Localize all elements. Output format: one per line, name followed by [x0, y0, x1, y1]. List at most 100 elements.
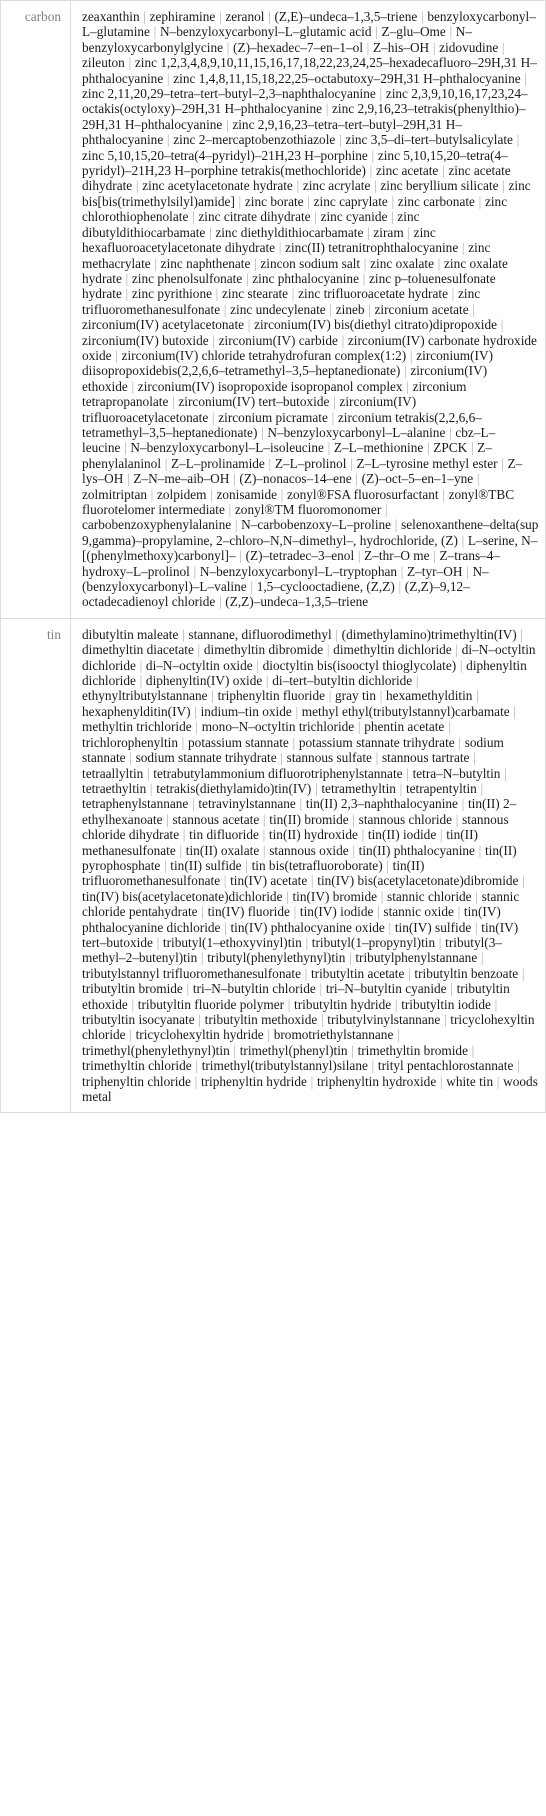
list-item: zinc citrate dihydrate [198, 209, 311, 225]
item-separator: | [470, 750, 479, 766]
item-separator: | [377, 688, 386, 704]
item-separator: | [308, 873, 317, 889]
list-item: ZPCK [433, 440, 468, 456]
item-separator: | [388, 193, 397, 209]
item-separator: | [147, 780, 156, 796]
list-item: trimethyltin bromide [357, 1042, 468, 1058]
item-separator: | [513, 132, 522, 148]
list-item: stannic chloride [387, 888, 472, 904]
item-separator: | [396, 780, 405, 796]
list-item: tetrapentyltin [405, 780, 477, 796]
item-separator: | [437, 1073, 446, 1089]
item-separator: | [296, 796, 305, 812]
item-separator: | [293, 178, 302, 194]
list-item: di–N–octyltin oxide [145, 657, 253, 673]
list-item: Z–L–prolinamide [171, 455, 265, 471]
item-separator: | [230, 1042, 239, 1058]
item-separator: | [359, 270, 368, 286]
item-separator: | [473, 688, 482, 704]
item-separator: | [388, 209, 397, 225]
item-separator: | [445, 719, 454, 735]
item-separator: | [498, 317, 507, 333]
list-item: potassium stannate trihydrate [298, 734, 455, 750]
item-separator: | [468, 440, 477, 456]
item-separator: | [468, 1042, 477, 1058]
item-separator: | [283, 888, 292, 904]
item-separator: | [392, 517, 401, 533]
list-item: zirconium(IV) carbide [218, 332, 338, 348]
table-row: tin dibutyltin maleate | stannane, difluo… [0, 617, 546, 1113]
item-separator: | [136, 657, 145, 673]
item-separator: | [521, 70, 530, 86]
list-item: zirconium(IV) acetylacetonate [82, 317, 245, 333]
item-separator: | [312, 780, 321, 796]
list-item: tin(II) bromide [269, 811, 349, 827]
item-separator: | [413, 673, 422, 689]
item-separator: | [290, 904, 299, 920]
item-separator: | [463, 563, 472, 579]
list-item: triphenyltin chloride [82, 1073, 191, 1089]
item-separator: | [458, 796, 467, 812]
item-separator: | [475, 193, 484, 209]
item-separator: | [347, 455, 356, 471]
list-item: zirconium acetate [374, 301, 469, 317]
list-item: hexaphenylditin(IV) [82, 703, 191, 719]
item-separator: | [478, 950, 487, 966]
chemical-classes-table: carbon zeaxanthin | zephiramine | zeranol… [0, 0, 546, 1114]
item-separator: | [253, 657, 262, 673]
list-item: trimethyl(phenyl)tin [239, 1042, 348, 1058]
list-item: zinc(II) tetranitrophthalocyanine [285, 240, 459, 256]
list-item: tin bis(tetrafluoroborate) [251, 857, 383, 873]
item-separator: | [153, 934, 162, 950]
list-item: zidovudine [439, 39, 499, 55]
item-separator: | [499, 39, 508, 55]
item-separator: | [448, 286, 457, 302]
item-separator: | [392, 996, 401, 1012]
list-item: (Z)–tetradec–3–enol [245, 548, 355, 564]
list-item: tetra–N–butyltin [412, 765, 501, 781]
list-item: zinc naphthenate [160, 255, 251, 271]
list-item: zinc acrylate [302, 178, 371, 194]
item-separator: | [365, 301, 374, 317]
item-separator: | [405, 965, 414, 981]
item-separator: | [404, 224, 413, 240]
item-separator: | [383, 857, 392, 873]
item-separator: | [140, 9, 149, 24]
list-item: Z–L–prolinol [274, 455, 347, 471]
list-item: stannous acetate [172, 811, 260, 827]
list-item: trichlorophenyltin [82, 734, 179, 750]
list-item: zirconium(IV) bis(diethyl citrato)diprop… [254, 317, 498, 333]
item-separator: | [330, 394, 339, 410]
list-item: tributylphenylstannane [355, 950, 478, 966]
item-separator: | [242, 857, 251, 873]
item-separator: | [128, 996, 137, 1012]
item-separator: | [133, 178, 142, 194]
item-separator: | [224, 39, 233, 55]
list-item: Z–L–tyrosine methyl ester [356, 455, 498, 471]
list-item: triphenyltin hydroxide [316, 1073, 437, 1089]
row-label: tin [0, 617, 71, 1113]
item-separator: | [245, 317, 254, 333]
list-item: tin(IV) fluoride [207, 904, 290, 920]
list-item: zolpidem [157, 486, 207, 502]
list-item: sodium stannate trihydrate [135, 750, 277, 766]
list-item: tributylstannyl trifluoromethanesulfonat… [82, 965, 301, 981]
list-item: zinc cyanide [320, 209, 388, 225]
item-separator: | [403, 378, 412, 394]
list-item: bromotriethylstannane [273, 1027, 394, 1043]
list-item: tin(II) iodide [367, 827, 437, 843]
list-item: zonyl®FSA fluorosurfactant [287, 486, 439, 502]
item-separator: | [454, 904, 463, 920]
row-label: carbon [0, 0, 71, 619]
item-separator: | [192, 1058, 201, 1074]
item-separator: | [441, 1012, 450, 1027]
item-separator: | [301, 965, 310, 981]
list-item: tetrabutylammonium difluorotriphenylstan… [153, 765, 403, 781]
list-item: ziram [373, 224, 404, 240]
item-separator: | [446, 24, 455, 40]
list-item: zirconium picramate [218, 409, 328, 425]
item-separator: | [459, 240, 468, 256]
item-separator: | [403, 765, 412, 781]
item-separator: | [364, 224, 373, 240]
item-separator: | [258, 424, 267, 440]
